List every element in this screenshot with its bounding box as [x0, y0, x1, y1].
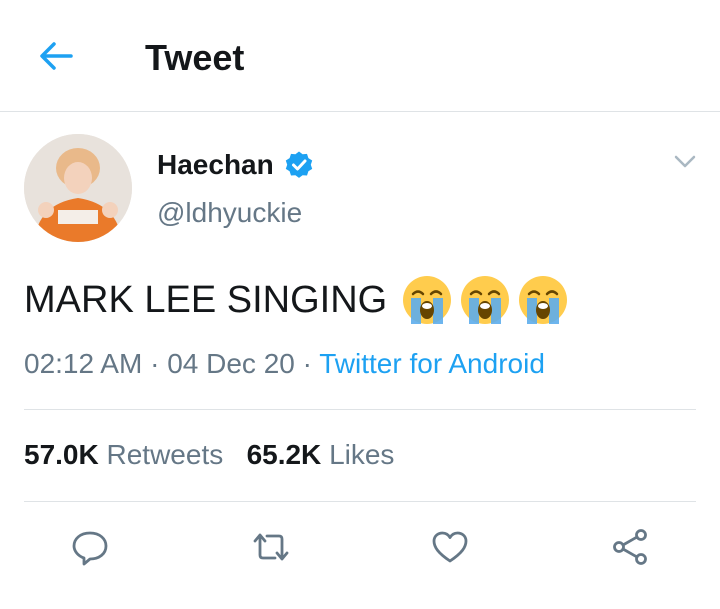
- tweet-text: MARK LEE SINGING: [24, 278, 388, 321]
- top-bar: Tweet: [0, 0, 720, 112]
- user-handle[interactable]: @ldhyuckie: [157, 196, 302, 230]
- tweet-meta: 02:12 AM · 04 Dec 20 · Twitter for Andro…: [24, 346, 545, 382]
- page-title: Tweet: [145, 37, 245, 78]
- back-button[interactable]: [34, 38, 78, 78]
- emoji-group: [401, 274, 569, 326]
- meta-separator: ·: [302, 348, 312, 379]
- loudly-crying-face-icon: [517, 274, 569, 326]
- likes-count: 65.2K: [246, 439, 322, 470]
- like-icon: [430, 527, 470, 572]
- author-name-row[interactable]: Haechan: [157, 148, 314, 182]
- likes-label: Likes: [329, 439, 395, 470]
- chevron-down-icon: [673, 154, 697, 175]
- retweet-button[interactable]: [247, 525, 295, 573]
- verified-badge-icon: [284, 150, 314, 180]
- retweets-count: 57.0K: [24, 439, 99, 470]
- share-icon: [610, 527, 650, 572]
- meta-separator: ·: [150, 348, 160, 379]
- divider: [24, 501, 696, 502]
- avatar[interactable]: [24, 134, 132, 242]
- display-name[interactable]: Haechan: [157, 149, 274, 181]
- like-button[interactable]: [426, 525, 474, 573]
- more-options-button[interactable]: [668, 150, 702, 178]
- retweets-label: Retweets: [106, 439, 224, 470]
- tweet-date: 04 Dec 20: [167, 348, 295, 379]
- retweets-stat[interactable]: 57.0K Retweets: [24, 439, 223, 470]
- share-button[interactable]: [606, 525, 654, 573]
- tweet-body: MARK LEE SINGING: [24, 275, 569, 325]
- reply-icon: [70, 527, 110, 572]
- arrow-left-icon: [39, 41, 73, 76]
- divider: [24, 409, 696, 410]
- likes-stat[interactable]: 65.2K Likes: [247, 439, 395, 470]
- tweet-time: 02:12 AM: [24, 348, 143, 379]
- tweet-source-link[interactable]: Twitter for Android: [319, 348, 545, 379]
- loudly-crying-face-icon: [401, 274, 453, 326]
- tweet-stats: 57.0K Retweets 65.2K Likes: [24, 437, 394, 473]
- loudly-crying-face-icon: [459, 274, 511, 326]
- reply-button[interactable]: [66, 525, 114, 573]
- retweet-icon: [249, 527, 293, 572]
